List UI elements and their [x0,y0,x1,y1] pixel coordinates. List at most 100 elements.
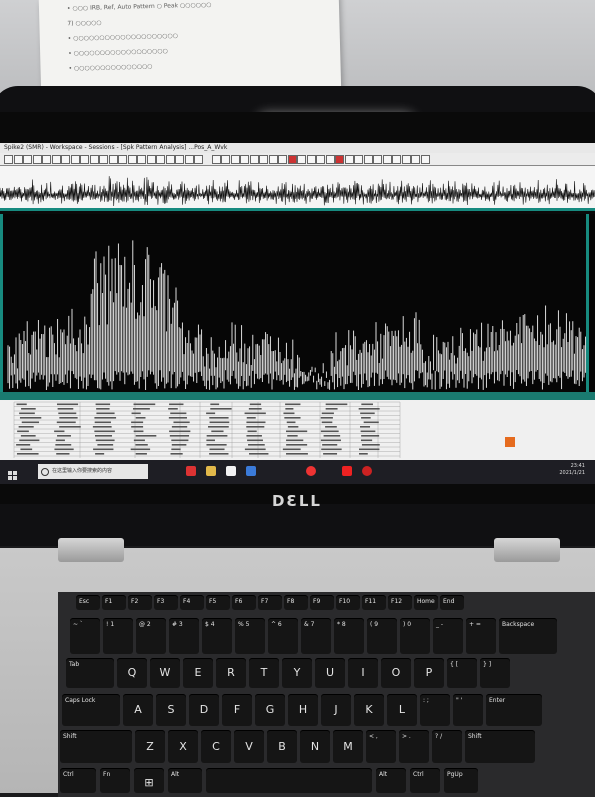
key-q[interactable]: Q [117,658,147,688]
toolbar-button[interactable] [316,155,325,164]
key-f4[interactable]: F4 [180,595,204,610]
key--[interactable]: " ' [453,694,483,726]
key-p[interactable]: P [414,658,444,688]
toolbar-button[interactable] [80,155,89,164]
key-e[interactable]: E [183,658,213,688]
key-w[interactable]: W [150,658,180,688]
toolbar-button[interactable] [108,155,118,164]
key-end[interactable]: End [440,595,464,610]
key-x[interactable]: X [168,730,198,763]
toolbar-button[interactable] [99,155,108,164]
key-n[interactable]: N [300,730,330,763]
mail-icon[interactable] [246,466,256,476]
key-caps-lock[interactable]: Caps Lock [62,694,120,726]
key--[interactable]: } ] [480,658,510,688]
key-f3[interactable]: F3 [154,595,178,610]
key-f12[interactable]: F12 [388,595,412,610]
key--9[interactable]: ( 9 [367,618,397,654]
key-d[interactable]: D [189,694,219,726]
toolbar-button[interactable] [325,155,335,164]
toolbar-button[interactable] [297,155,306,164]
key--6[interactable]: ^ 6 [268,618,298,654]
key-f7[interactable]: F7 [258,595,282,610]
key-i[interactable]: I [348,658,378,688]
key--[interactable]: _ - [433,618,463,654]
key-f8[interactable]: F8 [284,595,308,610]
key--[interactable]: < , [366,730,396,763]
key-tab[interactable]: Tab [66,658,114,688]
key--[interactable]: + = [466,618,496,654]
key-f11[interactable]: F11 [362,595,386,610]
toolbar-button[interactable] [401,155,411,164]
toolbar-button[interactable] [344,155,354,164]
ime-icon[interactable] [505,437,515,447]
key-pgup[interactable]: PgUp [444,768,478,793]
toolbar-button[interactable] [382,155,392,164]
key-j[interactable]: J [321,694,351,726]
key-h[interactable]: H [288,694,318,726]
key-b[interactable]: B [267,730,297,763]
toolbar-button[interactable] [70,155,80,164]
toolbar-button[interactable] [194,155,203,164]
key--[interactable]: ⊞ [134,768,164,793]
app-icon-red[interactable] [186,466,196,476]
key-esc[interactable]: Esc [76,595,100,610]
key-alt[interactable]: Alt [168,768,202,793]
toolbar-button[interactable] [278,155,287,164]
key--[interactable]: : ; [420,694,450,726]
toolbar-button[interactable] [335,155,344,164]
key-l[interactable]: L [387,694,417,726]
key-f2[interactable]: F2 [128,595,152,610]
key--4[interactable]: $ 4 [202,618,232,654]
key-g[interactable]: G [255,694,285,726]
key-c[interactable]: C [201,730,231,763]
key-m[interactable]: M [333,730,363,763]
toolbar-button[interactable] [156,155,165,164]
toolbar-button[interactable] [51,155,61,164]
toolbar-button[interactable] [259,155,268,164]
key-space[interactable] [206,768,372,793]
toolbar-button[interactable] [420,155,430,164]
toolbar-button[interactable] [392,155,401,164]
toolbar-button[interactable] [221,155,230,164]
key--[interactable]: ? / [432,730,462,763]
toolbar-button[interactable] [184,155,194,164]
key-y[interactable]: Y [282,658,312,688]
toolbar-button[interactable] [13,155,23,164]
file-explorer-icon[interactable] [206,466,216,476]
toolbar-button[interactable] [411,155,420,164]
key--3[interactable]: # 3 [169,618,199,654]
key-ctrl[interactable]: Ctrl [410,768,440,793]
key-k[interactable]: K [354,694,384,726]
key-home[interactable]: Home [414,595,438,610]
toolbar-button[interactable] [146,155,156,164]
key-a[interactable]: A [123,694,153,726]
toolbar-button[interactable] [4,155,13,164]
key--5[interactable]: % 5 [235,618,265,654]
toolbar-button[interactable] [137,155,146,164]
key--1[interactable]: ! 1 [103,618,133,654]
app-icon-red-2[interactable] [342,466,352,476]
key--8[interactable]: * 8 [334,618,364,654]
toolbar-button[interactable] [306,155,316,164]
toolbar-button[interactable] [211,155,221,164]
key-s[interactable]: S [156,694,186,726]
toolbar-button[interactable] [23,155,32,164]
key--[interactable]: > . [399,730,429,763]
start-button[interactable] [8,466,18,480]
key-f9[interactable]: F9 [310,595,334,610]
toolbar-button[interactable] [61,155,70,164]
toolbar-button[interactable] [89,155,99,164]
store-icon[interactable] [226,466,236,476]
key-backspace[interactable]: Backspace [499,618,557,654]
key--2[interactable]: @ 2 [136,618,166,654]
key-shift[interactable]: Shift [60,730,132,763]
key-alt[interactable]: Alt [376,768,406,793]
toolbar-button[interactable] [230,155,240,164]
key-f1[interactable]: F1 [102,595,126,610]
toolbar-button[interactable] [32,155,42,164]
key--[interactable]: ~ ` [70,618,100,654]
key--0[interactable]: ) 0 [400,618,430,654]
key-z[interactable]: Z [135,730,165,763]
key-f6[interactable]: F6 [232,595,256,610]
